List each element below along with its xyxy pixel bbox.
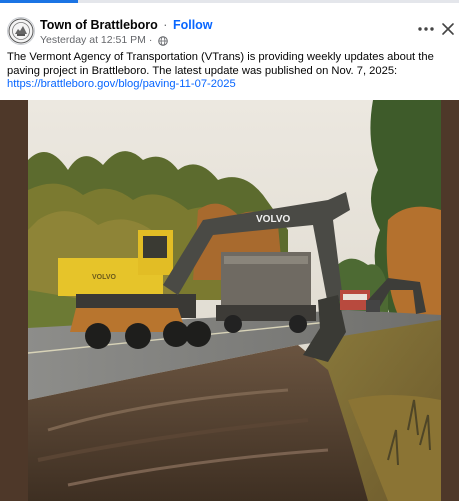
town-seal-icon <box>8 18 34 44</box>
more-options-button[interactable] <box>416 21 436 37</box>
active-tab-indicator <box>0 0 78 3</box>
post-body-text: The Vermont Agency of Transportation (VT… <box>7 51 434 77</box>
post-timestamp[interactable]: Yesterday at 12:51 PM <box>40 34 146 47</box>
post-header: Town of Brattleboro · Follow Yesterday a… <box>0 10 459 50</box>
post-meta: Yesterday at 12:51 PM · <box>40 34 169 47</box>
post-author-line: Town of Brattleboro · Follow <box>40 17 213 33</box>
post-photo[interactable]: VOLVO VOLVO <box>28 100 441 501</box>
page-name-link[interactable]: Town of Brattleboro <box>40 18 158 32</box>
tab-underline-bar <box>0 0 459 3</box>
globe-icon <box>158 35 169 46</box>
post-body: The Vermont Agency of Transportation (VT… <box>7 51 455 92</box>
close-button[interactable] <box>440 21 456 37</box>
dump-truck <box>216 252 316 333</box>
name-separator: · <box>163 18 168 32</box>
post-photo-frame[interactable]: VOLVO VOLVO <box>0 100 459 501</box>
meta-separator: · <box>148 34 153 46</box>
follow-button[interactable]: Follow <box>173 18 213 32</box>
post-link[interactable]: https://brattleboro.gov/blog/paving-11-0… <box>7 78 236 90</box>
excavator-brand-label: VOLVO <box>256 214 290 225</box>
excavator-side-brand-label: VOLVO <box>92 274 117 281</box>
more-options-icon <box>418 27 434 31</box>
close-icon <box>442 23 454 35</box>
page-avatar[interactable] <box>7 17 35 45</box>
